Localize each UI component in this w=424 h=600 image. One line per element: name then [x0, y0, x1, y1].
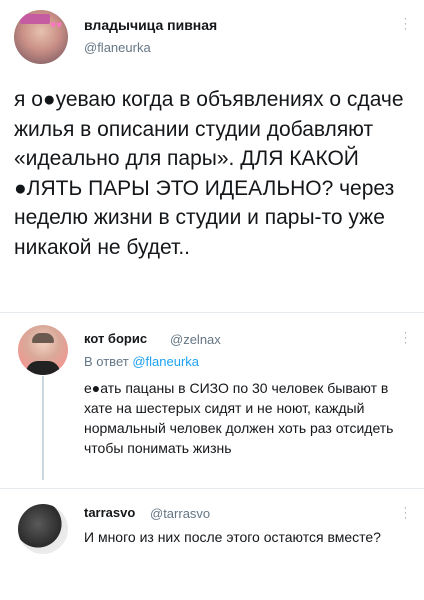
author-name[interactable]: владычица пивная	[84, 17, 217, 33]
avatar-badge	[20, 14, 50, 24]
more-vertical-icon[interactable]: · · ·	[402, 326, 408, 348]
avatar[interactable]	[18, 325, 68, 375]
reply-text: И много из них после этого остаются вмес…	[84, 529, 381, 545]
reply-author-name[interactable]: tarrasvo	[84, 505, 135, 520]
reply-to-handle[interactable]: @flaneurka	[132, 354, 199, 369]
reply-author-handle[interactable]: @tarrasvo	[150, 506, 210, 521]
reply-author-name[interactable]: кот борис	[84, 331, 147, 346]
avatar-shirt	[26, 361, 60, 375]
more-vertical-icon[interactable]: · · ·	[402, 12, 408, 34]
reply-author-handle[interactable]: @zelnax	[170, 332, 221, 347]
avatar-hair	[32, 333, 54, 343]
divider	[0, 488, 424, 489]
reply-text: е●ать пацаны в СИЗО по 30 человек бывают…	[84, 380, 394, 456]
main-tweet: ♥♥ владычица пивная @flaneurka · · · я о●у…	[0, 0, 424, 312]
more-vertical-icon[interactable]: · · ·	[402, 501, 408, 523]
tweet-text: я о●уеваю когда в объявлениях о сдаче жи…	[14, 88, 404, 259]
reply-to-prefix: В ответ	[84, 354, 129, 369]
avatar[interactable]: ♥♥	[14, 10, 68, 64]
avatar[interactable]	[18, 504, 68, 554]
heart-icon: ♥♥	[50, 20, 62, 31]
author-handle[interactable]: @flaneurka	[84, 40, 151, 55]
divider	[0, 312, 424, 313]
thread-line	[42, 376, 44, 480]
reply-to-line: В ответ @flaneurka	[84, 354, 199, 369]
